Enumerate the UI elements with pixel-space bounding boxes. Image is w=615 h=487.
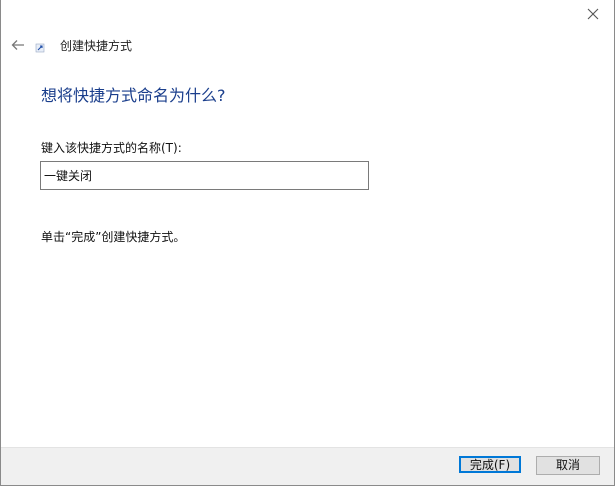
page-heading: 想将快捷方式命名为什么?: [41, 86, 226, 105]
close-icon: [587, 8, 599, 20]
shortcut-name-input[interactable]: [40, 161, 369, 190]
name-field-label: 键入该快捷方式的名称(T):: [41, 141, 182, 155]
back-arrow-icon: [11, 40, 24, 50]
close-button[interactable]: [578, 2, 608, 26]
finish-button[interactable]: 完成(F): [459, 456, 521, 473]
back-button[interactable]: [7, 34, 29, 56]
dialog-footer: 完成(F) 取消: [1, 447, 614, 485]
shortcut-icon: [35, 43, 45, 53]
cancel-button[interactable]: 取消: [536, 456, 600, 475]
create-shortcut-dialog: 创建快捷方式 想将快捷方式命名为什么? 键入该快捷方式的名称(T): 单击“完成…: [0, 0, 615, 486]
window-title: 创建快捷方式: [60, 39, 133, 53]
finish-hint-text: 单击“完成”创建快捷方式。: [41, 230, 186, 244]
